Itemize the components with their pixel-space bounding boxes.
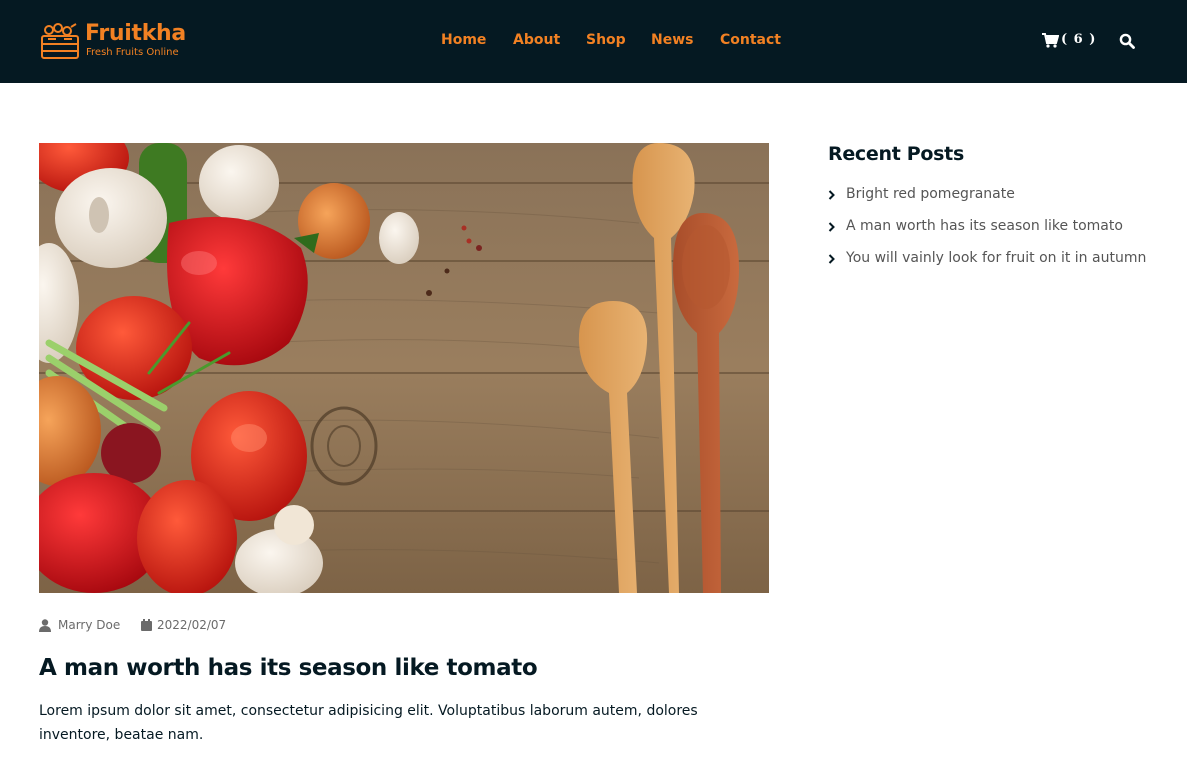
chevron-right-icon (828, 254, 835, 264)
post-title[interactable]: A man worth has its season like tomato (39, 655, 538, 681)
list-item: A man worth has its season like tomato (828, 215, 1148, 237)
cart-icon (1042, 33, 1059, 48)
post-date-text: 2022/02/07 (157, 618, 227, 632)
search-button[interactable] (1119, 33, 1135, 49)
recent-post-link[interactable]: A man worth has its season like tomato (846, 215, 1148, 237)
cart-count: ( 6 ) (1061, 32, 1097, 47)
site-header: Fruitkha Fresh Fruits Online Home About … (0, 0, 1187, 83)
nav-news[interactable]: News (651, 32, 693, 48)
recent-posts-title: Recent Posts (828, 143, 964, 165)
nav-home[interactable]: Home (441, 32, 486, 48)
author-name: Marry Doe (58, 618, 121, 632)
nav-shop[interactable]: Shop (586, 32, 626, 48)
post-meta: Marry Doe 2022/02/07 (39, 618, 439, 636)
main-nav: Home About Shop News Contact (0, 32, 1187, 52)
chevron-right-icon (828, 190, 835, 200)
user-icon (39, 619, 51, 632)
calendar-icon (141, 619, 152, 631)
recent-posts-list: Bright red pomegranate A man worth has i… (828, 183, 1148, 279)
vegetables-photo (39, 143, 769, 593)
search-icon (1119, 33, 1135, 49)
nav-about[interactable]: About (513, 32, 560, 48)
chevron-right-icon (828, 222, 835, 232)
recent-post-link[interactable]: Bright red pomegranate (846, 183, 1148, 205)
list-item: Bright red pomegranate (828, 183, 1148, 205)
recent-post-link[interactable]: You will vainly look for fruit on it in … (846, 247, 1148, 269)
post-excerpt: Lorem ipsum dolor sit amet, consectetur … (39, 703, 698, 743)
post-image[interactable] (39, 143, 769, 593)
list-item: You will vainly look for fruit on it in … (828, 247, 1148, 269)
nav-contact[interactable]: Contact (720, 32, 781, 48)
